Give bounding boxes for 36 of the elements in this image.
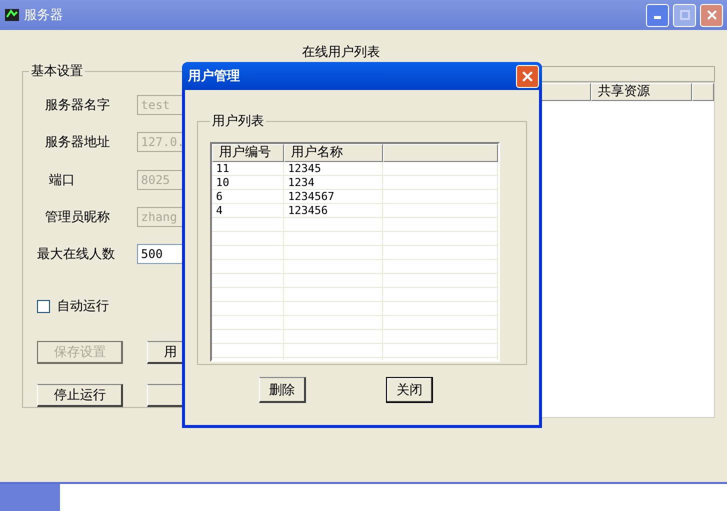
column-header[interactable] xyxy=(383,144,498,162)
close-button[interactable] xyxy=(700,4,723,26)
dialog-button[interactable]: 删除 xyxy=(259,377,306,403)
column-header[interactable]: 共享资源 xyxy=(591,83,692,101)
table-cell: 11 xyxy=(212,162,284,175)
column-header[interactable]: 用户名称 xyxy=(284,144,383,162)
table-cell: 12345 xyxy=(284,162,383,175)
maximize-icon xyxy=(680,10,690,20)
column-header[interactable]: 用户编号 xyxy=(212,144,284,162)
close-icon xyxy=(522,70,533,82)
field-label: 最大在线人数 xyxy=(37,246,116,264)
group-title: 基本设置 xyxy=(30,63,84,80)
group-title: 用户列表 xyxy=(211,113,265,130)
checkbox-label: 自动运行 xyxy=(57,298,109,316)
minimize-button[interactable] xyxy=(646,4,669,26)
dialog-title: 用户管理 xyxy=(188,68,240,85)
field-label: 服务器名字 xyxy=(44,96,111,114)
dialog-button[interactable]: 关闭 xyxy=(386,377,433,403)
table-cell: 6 xyxy=(212,190,284,203)
field-label: 管理员昵称 xyxy=(44,208,111,226)
close-icon xyxy=(706,10,716,20)
table-cell: 1234 xyxy=(284,176,383,189)
action-button[interactable]: 停止运行 xyxy=(37,384,123,408)
window-title: 服务器 xyxy=(24,7,64,24)
checkbox[interactable] xyxy=(37,300,50,313)
column-header[interactable] xyxy=(692,83,714,101)
field-label: 服务器地址 xyxy=(44,134,111,152)
field-label: 端口 xyxy=(48,172,76,189)
table-cell: 123456 xyxy=(284,204,383,217)
close-button[interactable] xyxy=(516,64,539,88)
table-cell: 4 xyxy=(212,204,284,217)
table-cell: 1234567 xyxy=(284,190,383,203)
app-icon xyxy=(4,7,20,23)
maximize-button[interactable] xyxy=(673,4,696,26)
group-title: 在线用户列表 xyxy=(301,44,381,59)
table-cell: 10 xyxy=(212,176,284,189)
